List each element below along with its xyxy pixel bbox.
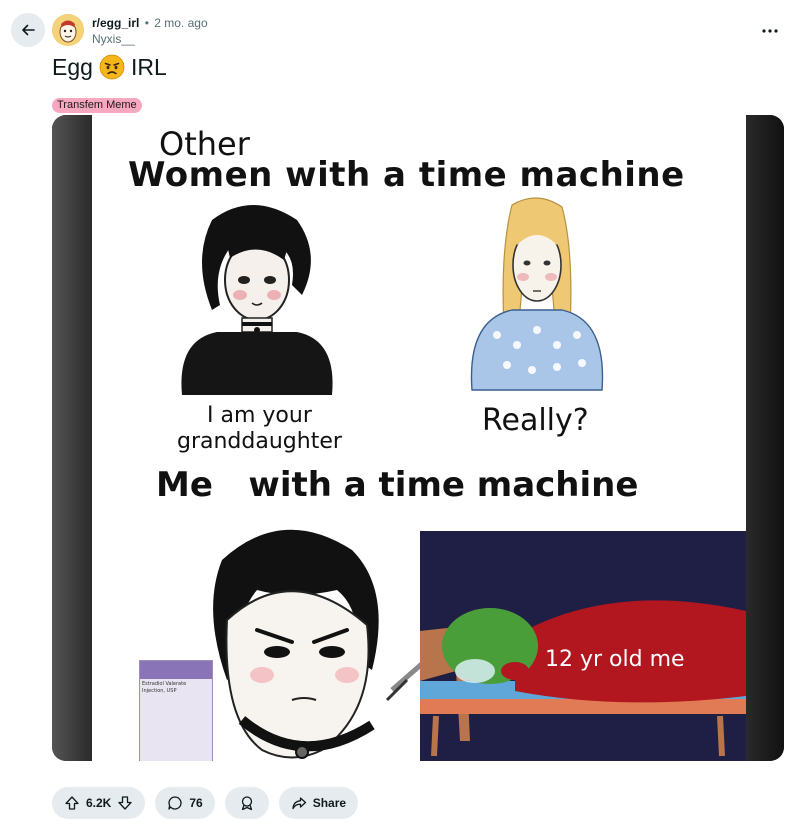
image-blur-right [746, 115, 784, 761]
bed-scene: 12 yr old me [420, 531, 746, 761]
award-button[interactable] [224, 787, 269, 819]
vote-pill: 6.2K [52, 787, 146, 819]
downvote-icon[interactable] [117, 795, 133, 811]
meme-mid-line: Me with a time machine [156, 465, 639, 505]
upvote-icon[interactable] [64, 795, 80, 811]
back-button[interactable] [11, 13, 45, 47]
arrow-left-icon [22, 24, 35, 36]
meme-caption-left: I am your granddaughter [177, 403, 342, 454]
award-icon [241, 796, 252, 811]
vial-box-label: Estradiol Valerate Injection, USP [142, 681, 187, 694]
title-text-before: Egg [52, 54, 93, 80]
post-flair[interactable]: Transfem Meme [52, 98, 142, 113]
estradiol-vial-box: Estradiol Valerate Injection, USP [139, 660, 213, 761]
frog-in-bed-illustration [420, 600, 746, 757]
vial-box-band [140, 661, 212, 679]
comment-bubble-icon [168, 796, 182, 810]
ellipsis-icon [762, 29, 778, 33]
share-label: Share [312, 796, 347, 810]
share-arrow-icon [292, 797, 306, 810]
share-button[interactable]: Share [278, 787, 359, 819]
meme-caption-right: Really? [482, 403, 589, 438]
more-options-button[interactable] [757, 18, 783, 44]
comments-button[interactable]: 76 [155, 787, 215, 819]
subreddit-link[interactable]: r/egg_irl [92, 16, 139, 30]
separator-dot: • [144, 16, 149, 30]
post-image[interactable]: Other Women with a time machine I am you… [52, 115, 784, 761]
post-title: Egg IRL [52, 52, 167, 82]
meme-top-line2: Women with a time machine [128, 155, 685, 195]
post-action-bar: 6.2K 76 Share [52, 787, 359, 819]
egg-character-icon [52, 14, 84, 46]
meme-bed-caption: 12 yr old me [545, 647, 685, 672]
subreddit-avatar[interactable] [52, 14, 84, 46]
meme-image: Other Women with a time machine I am you… [92, 115, 746, 761]
post-meta: r/egg_irl • 2 mo. ago Nyxis__ [92, 15, 208, 47]
image-blur-left [52, 115, 92, 761]
title-text-after: IRL [130, 54, 167, 80]
comment-count: 76 [189, 796, 203, 810]
blonde-woman-illustration [470, 197, 604, 391]
angry-face-emoji-icon [99, 54, 125, 80]
post-age: 2 mo. ago [154, 16, 208, 30]
author-link[interactable]: Nyxis__ [92, 31, 208, 47]
vote-count: 6.2K [86, 796, 112, 810]
dark-haired-woman-illustration [181, 205, 333, 395]
